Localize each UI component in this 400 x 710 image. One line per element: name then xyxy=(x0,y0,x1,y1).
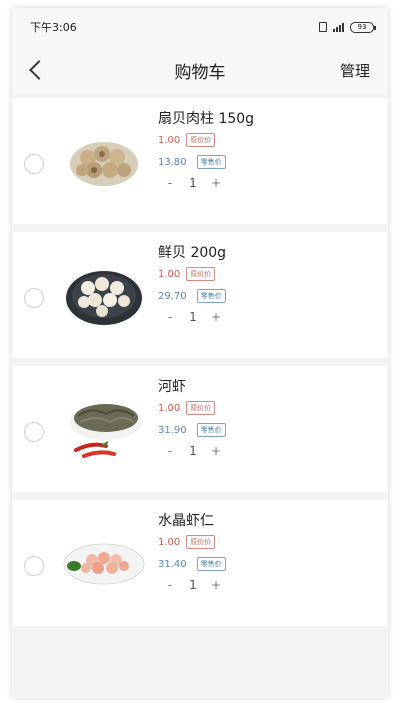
item-name: 水晶虾仁 xyxy=(158,513,214,529)
cart-item: 扇贝肉柱 150g 1.00 原价价 13.80 零售价 - 1 + xyxy=(12,98,388,224)
signal-icon xyxy=(333,22,344,32)
item-name: 鲜贝 200g xyxy=(158,245,227,261)
quantity-value[interactable]: 1 xyxy=(182,310,204,324)
status-time: 下午3:06 xyxy=(30,21,77,34)
quantity-stepper: - 1 + xyxy=(158,310,228,324)
vip-price-row: 31.90 零售价 xyxy=(158,423,226,437)
vip-price-tag: 零售价 xyxy=(196,155,226,169)
vip-price-tag: 零售价 xyxy=(196,423,226,437)
increase-button[interactable]: + xyxy=(204,310,228,324)
quantity-stepper: - 1 + xyxy=(158,444,228,458)
orig-price-row: 1.00 原价价 xyxy=(158,401,216,415)
select-radio[interactable] xyxy=(24,422,44,442)
status-icons: 93 xyxy=(319,21,376,33)
increase-button[interactable]: + xyxy=(204,578,228,592)
orig-price-tag: 原价价 xyxy=(186,133,216,147)
vip-price-row: 13.80 零售价 xyxy=(158,155,226,169)
decrease-button[interactable]: - xyxy=(158,444,182,458)
quantity-value[interactable]: 1 xyxy=(182,578,204,592)
orig-price: 1.00 xyxy=(158,134,181,146)
battery-icon: 93 xyxy=(350,21,376,33)
status-bar: 下午3:06 93 xyxy=(12,8,388,46)
cart-list: 扇贝肉柱 150g 1.00 原价价 13.80 零售价 - 1 + 鲜贝 20… xyxy=(12,94,388,626)
item-name: 河虾 xyxy=(158,379,186,395)
back-icon[interactable] xyxy=(26,58,46,82)
orig-price-row: 1.00 原价价 xyxy=(158,535,216,549)
vip-price-tag: 零售价 xyxy=(196,557,226,571)
orig-price: 1.00 xyxy=(158,268,181,280)
decrease-button[interactable]: - xyxy=(158,578,182,592)
fresh-scallop-image xyxy=(66,271,142,325)
crystal-shrimp-image xyxy=(63,543,145,585)
quantity-stepper: - 1 + xyxy=(158,176,228,190)
cart-item: 鲜贝 200g 1.00 原价价 29.70 零售价 - 1 + xyxy=(12,232,388,358)
cart-item: 水晶虾仁 1.00 原价价 31.40 零售价 - 1 + xyxy=(12,500,388,626)
orig-price: 1.00 xyxy=(158,402,181,414)
item-name: 扇贝肉柱 150g xyxy=(158,111,255,127)
vip-price: 31.90 xyxy=(158,424,187,436)
orig-price-row: 1.00 原价价 xyxy=(158,133,216,147)
manage-button[interactable]: 管理 xyxy=(340,60,370,81)
vip-price-row: 31.40 零售价 xyxy=(158,557,226,571)
vip-price: 29.70 xyxy=(158,290,187,302)
select-radio[interactable] xyxy=(24,556,44,576)
select-radio[interactable] xyxy=(24,154,44,174)
increase-button[interactable]: + xyxy=(204,444,228,458)
quantity-value[interactable]: 1 xyxy=(182,444,204,458)
quantity-stepper: - 1 + xyxy=(158,578,228,592)
page-title: 购物车 xyxy=(174,62,226,83)
scallop-meat-image xyxy=(70,142,138,186)
cart-item: 河虾 1.00 原价价 31.90 零售价 - 1 + xyxy=(12,366,388,492)
vip-price-row: 29.70 零售价 xyxy=(158,289,226,303)
orig-price-tag: 原价价 xyxy=(186,401,216,415)
decrease-button[interactable]: - xyxy=(158,176,182,190)
vip-price: 31.40 xyxy=(158,558,187,570)
orig-price-row: 1.00 原价价 xyxy=(158,267,216,281)
phone-screen: 下午3:06 93 购物车 管理 扇贝肉柱 150g 1.00 原价价 13.8… xyxy=(12,8,388,698)
vip-price-tag: 零售价 xyxy=(196,289,226,303)
decrease-button[interactable]: - xyxy=(158,310,182,324)
orig-price: 1.00 xyxy=(158,536,181,548)
vip-price: 13.80 xyxy=(158,156,187,168)
orig-price-tag: 原价价 xyxy=(186,267,216,281)
orig-price-tag: 原价价 xyxy=(186,535,216,549)
increase-button[interactable]: + xyxy=(204,176,228,190)
sim-icon xyxy=(319,22,327,32)
river-shrimp-image xyxy=(70,404,142,458)
nav-bar: 购物车 管理 xyxy=(12,46,388,94)
quantity-value[interactable]: 1 xyxy=(182,176,204,190)
select-radio[interactable] xyxy=(24,288,44,308)
